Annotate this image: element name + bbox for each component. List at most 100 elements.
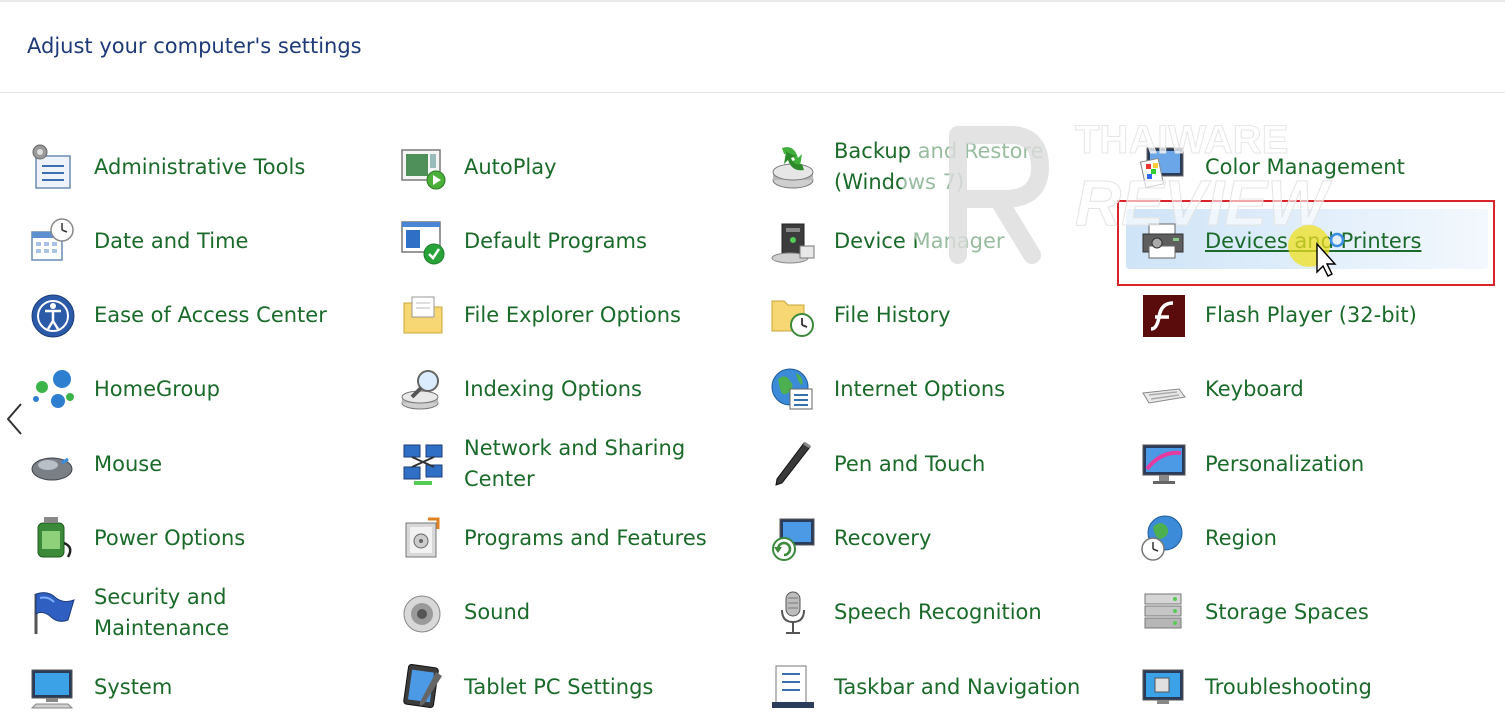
ease-of-access-icon xyxy=(28,291,78,341)
network-sharing-icon xyxy=(398,439,448,489)
flash-player-icon xyxy=(1139,291,1189,341)
storage-spaces-icon xyxy=(1139,588,1189,638)
settings-item-administrative-tools[interactable]: Administrative Tools xyxy=(28,130,398,204)
backup-restore-icon xyxy=(768,142,818,192)
settings-item-label: Speech Recognition xyxy=(834,600,1042,625)
settings-item-network-and-sharing-center[interactable]: Network and Sharing Center xyxy=(398,427,768,501)
settings-item-device-manager[interactable]: Device Manager xyxy=(768,204,1139,278)
settings-item-indexing-options[interactable]: Indexing Options xyxy=(398,353,768,427)
settings-item-system[interactable]: System xyxy=(28,650,398,724)
settings-item-label: Pen and Touch xyxy=(834,451,986,476)
taskbar-navigation-icon xyxy=(768,662,818,712)
settings-item-internet-options[interactable]: Internet Options xyxy=(768,353,1139,427)
settings-item-mouse[interactable]: Mouse xyxy=(28,427,398,501)
settings-item-storage-spaces[interactable]: Storage Spaces xyxy=(1139,576,1499,650)
settings-item-keyboard[interactable]: Keyboard xyxy=(1139,353,1499,427)
back-chevron-icon[interactable] xyxy=(4,402,26,436)
settings-item-label: Recovery xyxy=(834,525,932,550)
settings-item-label: AutoPlay xyxy=(464,154,557,179)
tablet-pc-icon xyxy=(398,662,448,712)
settings-item-label: HomeGroup xyxy=(94,377,220,402)
mouse-icon xyxy=(28,439,78,489)
settings-item-date-and-time[interactable]: Date and Time xyxy=(28,204,398,278)
file-history-icon xyxy=(768,291,818,341)
settings-item-sound[interactable]: Sound xyxy=(398,576,768,650)
recovery-icon xyxy=(768,513,818,563)
settings-item-label: Personalization xyxy=(1205,451,1365,476)
sound-icon xyxy=(398,588,448,638)
settings-item-label: File History xyxy=(834,303,951,328)
security-flag-icon xyxy=(28,588,78,638)
header-divider xyxy=(0,92,1505,93)
settings-item-label: Power Options xyxy=(94,525,246,550)
settings-item-speech-recognition[interactable]: Speech Recognition xyxy=(768,576,1139,650)
printer-icon xyxy=(1139,216,1189,266)
file-explorer-options-icon xyxy=(398,291,448,341)
power-options-icon xyxy=(28,513,78,563)
autoplay-icon xyxy=(398,142,448,192)
troubleshooting-icon xyxy=(1139,662,1189,712)
settings-item-label: Flash Player (32-bit) xyxy=(1205,303,1417,328)
settings-item-label: Programs and Features xyxy=(464,525,707,550)
top-border xyxy=(0,0,1505,2)
region-icon xyxy=(1139,513,1189,563)
settings-item-label: Date and Time xyxy=(94,228,249,253)
settings-item-label: Region xyxy=(1205,525,1277,550)
settings-item-default-programs[interactable]: Default Programs xyxy=(398,204,768,278)
settings-item-homegroup[interactable]: HomeGroup xyxy=(28,353,398,427)
settings-item-security-and-maintenance[interactable]: Security and Maintenance xyxy=(28,576,398,650)
settings-item-label: Device Manager xyxy=(834,228,1005,253)
settings-item-file-history[interactable]: File History xyxy=(768,279,1139,353)
homegroup-icon xyxy=(28,365,78,415)
settings-item-label: File Explorer Options xyxy=(464,303,681,328)
settings-item-label: Security and Maintenance xyxy=(94,584,230,640)
date-time-icon xyxy=(28,216,78,266)
page-title: Adjust your computer's settings xyxy=(27,34,362,58)
settings-item-label: Tablet PC Settings xyxy=(464,674,654,699)
settings-item-label: Keyboard xyxy=(1205,377,1304,402)
settings-item-recovery[interactable]: Recovery xyxy=(768,501,1139,575)
microphone-icon xyxy=(768,588,818,638)
programs-features-icon xyxy=(398,513,448,563)
settings-item-label: Sound xyxy=(464,600,531,625)
system-icon xyxy=(28,662,78,712)
settings-item-label: Storage Spaces xyxy=(1205,600,1369,625)
settings-item-label: Administrative Tools xyxy=(94,154,306,179)
settings-item-label: Network and Sharing Center xyxy=(464,436,686,492)
settings-item-label: Backup and Restore (Windows 7) xyxy=(834,139,1044,194)
settings-item-label: Mouse xyxy=(94,451,163,476)
keyboard-icon xyxy=(1139,365,1189,415)
settings-item-label: Color Management xyxy=(1205,154,1405,179)
settings-item-backup-and-restore-windows-7[interactable]: Backup and Restore (Windows 7) xyxy=(768,130,1139,204)
indexing-options-icon xyxy=(398,365,448,415)
settings-item-troubleshooting[interactable]: Troubleshooting xyxy=(1139,650,1499,724)
settings-item-label: Default Programs xyxy=(464,228,647,253)
pen-touch-icon xyxy=(768,439,818,489)
settings-item-taskbar-and-navigation[interactable]: Taskbar and Navigation xyxy=(768,650,1139,724)
personalization-icon xyxy=(1139,439,1189,489)
color-management-icon xyxy=(1139,142,1189,192)
default-programs-icon xyxy=(398,216,448,266)
administrative-tools-icon xyxy=(28,142,78,192)
settings-grid: Administrative Tools AutoPlay Backup and R… xyxy=(28,130,1499,724)
settings-item-label: Indexing Options xyxy=(464,377,642,402)
settings-item-devices-and-printers[interactable]: Devices and Printers xyxy=(1117,200,1499,287)
settings-item-label: Troubleshooting xyxy=(1205,674,1372,699)
settings-item-label: Taskbar and Navigation xyxy=(834,674,1081,699)
device-manager-icon xyxy=(768,216,818,266)
settings-item-color-management[interactable]: Color Management xyxy=(1139,130,1499,204)
settings-item-flash-player-32-bit[interactable]: Flash Player (32-bit) xyxy=(1139,279,1499,353)
settings-item-tablet-pc-settings[interactable]: Tablet PC Settings xyxy=(398,650,768,724)
settings-item-autoplay[interactable]: AutoPlay xyxy=(398,130,768,204)
settings-item-programs-and-features[interactable]: Programs and Features xyxy=(398,501,768,575)
settings-item-power-options[interactable]: Power Options xyxy=(28,501,398,575)
settings-item-ease-of-access-center[interactable]: Ease of Access Center xyxy=(28,279,398,353)
settings-item-file-explorer-options[interactable]: File Explorer Options xyxy=(398,279,768,353)
settings-item-label: Internet Options xyxy=(834,377,1006,402)
settings-item-label: Ease of Access Center xyxy=(94,303,327,328)
settings-item-region[interactable]: Region xyxy=(1139,501,1499,575)
settings-item-pen-and-touch[interactable]: Pen and Touch xyxy=(768,427,1139,501)
settings-item-personalization[interactable]: Personalization xyxy=(1139,427,1499,501)
settings-item-label: Devices and Printers xyxy=(1205,228,1422,253)
internet-options-icon xyxy=(768,365,818,415)
